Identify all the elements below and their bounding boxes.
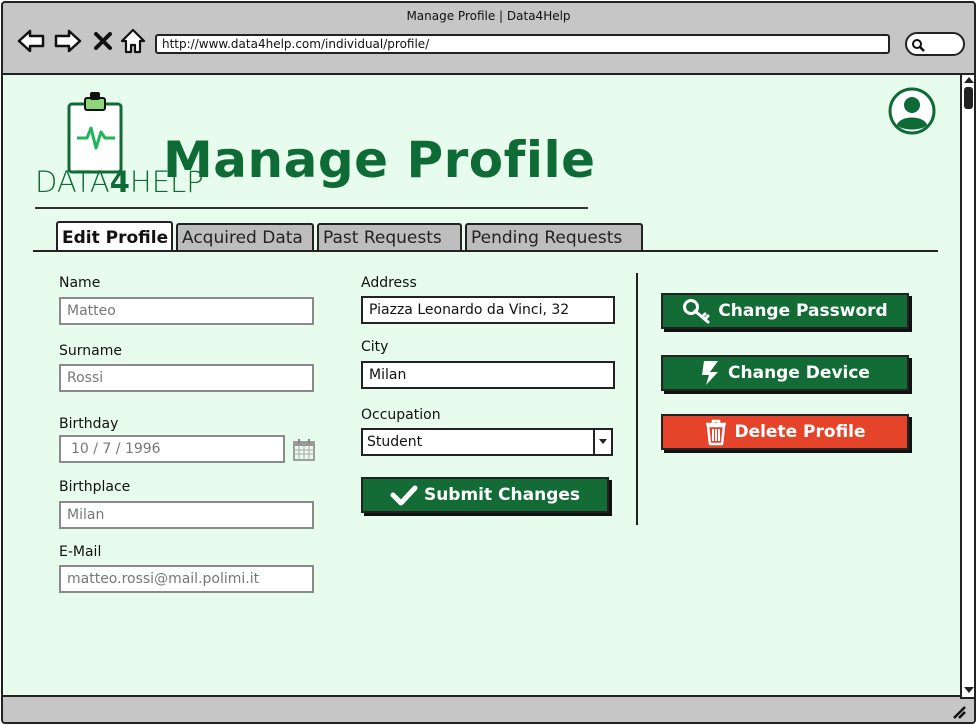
tabs-baseline: [33, 250, 938, 252]
tab-edit-profile[interactable]: Edit Profile: [56, 221, 173, 252]
user-avatar-icon[interactable]: [888, 87, 936, 135]
surname-label: Surname: [59, 343, 122, 359]
city-field[interactable]: Milan: [361, 361, 615, 389]
page-content: DATA4HELP Manage Profile Edit Profile Ac…: [3, 73, 960, 697]
tab-acquired-data[interactable]: Acquired Data: [176, 223, 314, 250]
address-field[interactable]: Piazza Leonardo da Vinci, 32: [361, 296, 615, 324]
logo-number: 4: [109, 165, 130, 199]
status-bar: [3, 699, 974, 722]
birthplace-label: Birthplace: [59, 479, 131, 495]
calendar-icon[interactable]: [292, 438, 316, 462]
dropdown-arrow-icon[interactable]: [593, 430, 611, 454]
address-label: Address: [361, 275, 417, 291]
vertical-scrollbar[interactable]: [960, 73, 974, 699]
submit-changes-label: Submit Changes: [423, 485, 581, 505]
forward-arrow-icon[interactable]: [54, 27, 82, 55]
home-icon[interactable]: [119, 27, 147, 55]
email-field[interactable]: matteo.rossi@mail.polimi.it: [59, 565, 314, 593]
key-icon: [683, 299, 710, 324]
scroll-thumb[interactable]: [964, 87, 973, 109]
change-password-button[interactable]: Change Password: [661, 293, 909, 329]
tab-past-requests[interactable]: Past Requests: [317, 223, 462, 250]
page-title: Manage Profile: [163, 131, 596, 189]
search-field[interactable]: [905, 32, 965, 56]
profile-tabs: Edit Profile Acquired Data Past Requests…: [33, 217, 938, 253]
birthplace-field[interactable]: Milan: [59, 501, 314, 529]
change-device-button[interactable]: Change Device: [661, 355, 909, 391]
trash-icon: [706, 419, 727, 446]
logo-prefix: DATA: [35, 165, 110, 199]
scroll-up-icon[interactable]: [964, 77, 974, 83]
change-password-label: Change Password: [718, 301, 888, 321]
occupation-value: Student: [367, 434, 423, 450]
occupation-select[interactable]: Student: [361, 428, 613, 456]
column-divider: [636, 273, 638, 525]
occupation-label: Occupation: [361, 407, 441, 423]
submit-changes-button[interactable]: Submit Changes: [361, 477, 609, 513]
url-bar[interactable]: http://www.data4help.com/individual/prof…: [155, 34, 890, 54]
birthday-field[interactable]: 10 / 7 / 1996: [59, 435, 285, 463]
delete-profile-button[interactable]: Delete Profile: [661, 414, 909, 450]
surname-field[interactable]: Rossi: [59, 364, 314, 392]
browser-window: Manage Profile | Data4Help http://www.da…: [1, 1, 976, 724]
device-bolt-icon: [702, 361, 719, 385]
search-icon: [912, 39, 925, 52]
birthday-label: Birthday: [59, 416, 119, 432]
navigation-bar: http://www.data4help.com/individual/prof…: [3, 23, 974, 71]
city-label: City: [361, 339, 389, 355]
delete-profile-label: Delete Profile: [734, 422, 866, 442]
scroll-down-icon[interactable]: [964, 687, 974, 693]
title-divider: [35, 207, 588, 209]
tab-pending-requests[interactable]: Pending Requests: [465, 223, 643, 250]
resize-grip-icon[interactable]: [952, 705, 966, 719]
back-arrow-icon[interactable]: [17, 27, 45, 55]
change-device-label: Change Device: [728, 363, 870, 383]
name-field[interactable]: Matteo: [59, 297, 314, 325]
checkmark-icon: [390, 485, 418, 506]
email-label: E-Mail: [59, 544, 102, 560]
stop-icon[interactable]: [89, 27, 117, 55]
name-label: Name: [59, 275, 101, 291]
